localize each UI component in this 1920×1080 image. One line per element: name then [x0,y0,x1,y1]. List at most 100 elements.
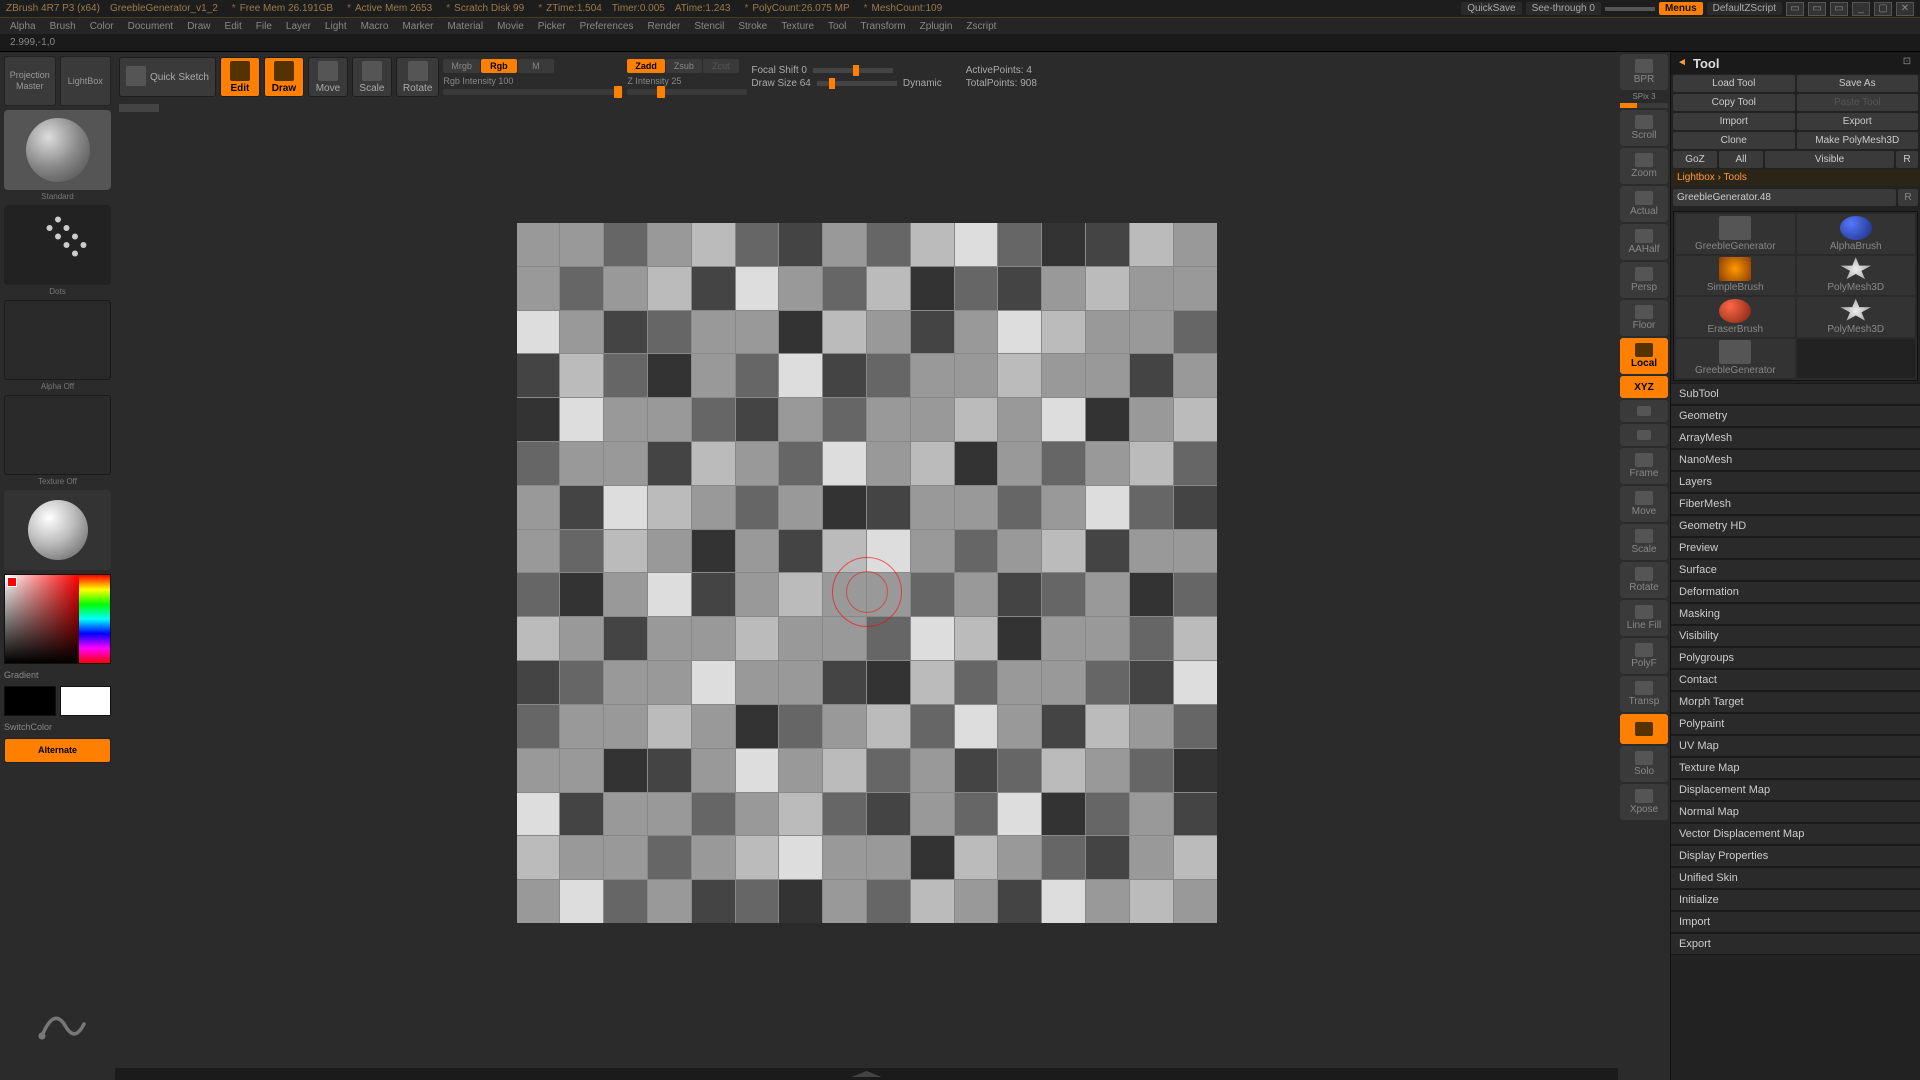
draw-size-label[interactable]: Draw Size 64 [751,78,810,89]
current-tool-name[interactable]: GreebleGenerator.48 [1673,189,1896,206]
window-btn-3[interactable]: ▭ [1830,2,1848,16]
focal-shift-label[interactable]: Focal Shift 0 [751,65,807,76]
goz-r-button[interactable]: R [1896,151,1918,168]
close-icon[interactable]: ✕ [1896,2,1914,16]
nav-scale-button[interactable]: Scale [1620,524,1668,560]
tool-item[interactable]: PolyMesh3D [1797,297,1916,337]
zadd-toggle[interactable]: Zadd [627,59,665,73]
polyf-button[interactable]: PolyF [1620,638,1668,674]
menu-color[interactable]: Color [90,21,114,32]
dynamic-toggle[interactable]: Dynamic [903,78,942,89]
section-uv-map[interactable]: UV Map [1671,735,1920,757]
section-surface[interactable]: Surface [1671,559,1920,581]
menu-stroke[interactable]: Stroke [738,21,767,32]
shelf-divider[interactable] [115,102,1618,116]
section-display-properties[interactable]: Display Properties [1671,845,1920,867]
section-fibermesh[interactable]: FiberMesh [1671,493,1920,515]
menu-zplugin[interactable]: Zplugin [920,21,953,32]
tool-item[interactable]: SimpleBrush [1676,256,1795,296]
color-picker[interactable] [4,574,111,664]
nav-move-button[interactable]: Move [1620,486,1668,522]
persp-button[interactable]: Persp [1620,262,1668,298]
brush-preview-thumb[interactable] [4,110,111,190]
load-tool-button[interactable]: Load Tool [1673,75,1795,92]
section-initialize[interactable]: Initialize [1671,889,1920,911]
menu-render[interactable]: Render [648,21,681,32]
menu-alpha[interactable]: Alpha [10,21,36,32]
section-export[interactable]: Export [1671,933,1920,955]
section-normal-map[interactable]: Normal Map [1671,801,1920,823]
menu-stencil[interactable]: Stencil [694,21,724,32]
actual-button[interactable]: Actual [1620,186,1668,222]
tool-item-empty[interactable] [1797,339,1916,379]
nav-rotate-button[interactable]: Rotate [1620,562,1668,598]
menu-light[interactable]: Light [325,21,347,32]
menu-preferences[interactable]: Preferences [580,21,634,32]
transp-button[interactable]: Transp [1620,676,1668,712]
zsub-toggle[interactable]: Zsub [666,59,702,73]
lightbox-tools-link[interactable]: Lightbox › Tools [1671,169,1920,186]
section-geometry-hd[interactable]: Geometry HD [1671,515,1920,537]
goz-visible-button[interactable]: Visible [1765,151,1894,168]
rgb-intensity-slider[interactable] [443,89,623,95]
quicksave-button[interactable]: QuickSave [1461,2,1521,15]
menu-layer[interactable]: Layer [286,21,311,32]
section-preview[interactable]: Preview [1671,537,1920,559]
panel-close-icon[interactable]: ⊡ [1900,56,1914,70]
section-nanomesh[interactable]: NanoMesh [1671,449,1920,471]
menu-draw[interactable]: Draw [187,21,210,32]
xyz-button[interactable]: XYZ [1620,376,1668,398]
bpr-button[interactable]: BPR [1620,54,1668,90]
tool-item[interactable]: EraserBrush [1676,297,1795,337]
menus-toggle[interactable]: Menus [1659,2,1703,15]
z-intensity-slider[interactable] [627,89,747,95]
lightbox-button[interactable]: LightBox [60,56,112,106]
menu-material[interactable]: Material [448,21,484,32]
section-vector-displacement-map[interactable]: Vector Displacement Map [1671,823,1920,845]
scale-mode-button[interactable]: Scale [352,57,392,97]
gradient-label[interactable]: Gradient [4,668,111,682]
tool-item[interactable]: AlphaBrush [1797,214,1916,254]
texture-preview-thumb[interactable] [4,395,111,475]
linefill-button[interactable]: Line Fill [1620,600,1668,636]
focal-shift-slider[interactable] [813,68,893,73]
section-displacement-map[interactable]: Displacement Map [1671,779,1920,801]
make-polymesh3d-button[interactable]: Make PolyMesh3D [1797,132,1919,149]
mrgb-toggle[interactable]: Mrgb [443,59,480,73]
menu-texture[interactable]: Texture [781,21,814,32]
nav-button-b[interactable] [1620,424,1668,446]
zoom-button[interactable]: Zoom [1620,148,1668,184]
zcut-toggle[interactable]: Zcut [703,59,739,73]
nav-button-a[interactable] [1620,400,1668,422]
rgb-intensity-label[interactable]: Rgb Intensity 100 [443,74,623,88]
seethrough-toggle[interactable]: See-through 0 [1526,2,1601,15]
rotate-mode-button[interactable]: Rotate [396,57,439,97]
section-geometry[interactable]: Geometry [1671,405,1920,427]
section-polypaint[interactable]: Polypaint [1671,713,1920,735]
section-morph-target[interactable]: Morph Target [1671,691,1920,713]
canvas-viewport[interactable] [115,116,1618,1068]
menu-tool[interactable]: Tool [828,21,846,32]
rgb-toggle[interactable]: Rgb [481,59,517,73]
alpha-preview-thumb[interactable] [4,300,111,380]
alternate-button[interactable]: Alternate [4,738,111,763]
z-intensity-label[interactable]: Z Intensity 25 [627,74,747,88]
local-button[interactable]: Local [1620,338,1668,374]
edit-mode-button[interactable]: Edit [220,57,260,97]
menu-edit[interactable]: Edit [225,21,242,32]
window-btn-2[interactable]: ▭ [1808,2,1826,16]
aahalf-button[interactable]: AAHalf [1620,224,1668,260]
import-button[interactable]: Import [1673,113,1795,130]
primary-color-swatch[interactable] [60,686,112,716]
section-layers[interactable]: Layers [1671,471,1920,493]
section-arraymesh[interactable]: ArrayMesh [1671,427,1920,449]
current-tool-r[interactable]: R [1898,189,1918,206]
maximize-icon[interactable]: ▢ [1874,2,1892,16]
menu-brush[interactable]: Brush [50,21,76,32]
switch-color-button[interactable]: SwitchColor [4,720,111,734]
menu-document[interactable]: Document [128,21,174,32]
goz-button[interactable]: GoZ [1673,151,1717,168]
window-btn-1[interactable]: ▭ [1786,2,1804,16]
export-button[interactable]: Export [1797,113,1919,130]
tool-item[interactable]: GreebleGenerator [1676,339,1795,379]
